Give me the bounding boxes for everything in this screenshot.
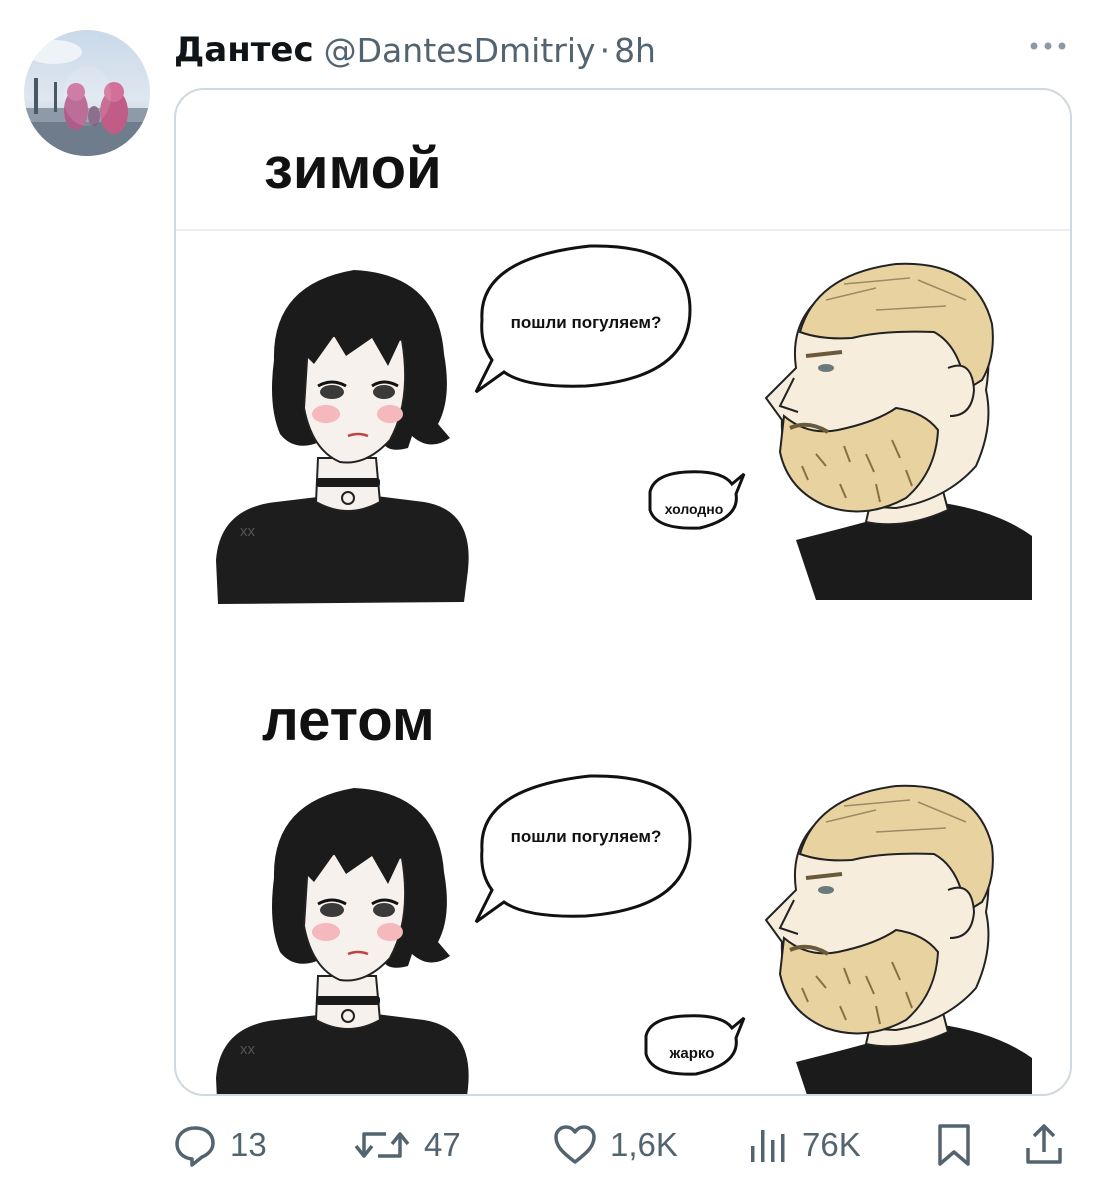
more-dots-icon — [1030, 42, 1066, 50]
more-button[interactable] — [1026, 34, 1070, 58]
bookmark-icon — [938, 1124, 970, 1166]
bookmark-button[interactable] — [934, 1112, 974, 1178]
tweet-action-bar: 13 47 1,6K 76K — [172, 1112, 1072, 1178]
share-upload-icon — [1026, 1124, 1062, 1164]
reply-button[interactable]: 13 — [172, 1112, 267, 1178]
separator-dot: · — [599, 30, 611, 70]
heart-icon — [554, 1125, 596, 1164]
views-button[interactable]: 76K — [746, 1112, 861, 1178]
avatar[interactable] — [24, 30, 150, 156]
svg-text:холодно: холодно — [665, 501, 724, 517]
repost-arrows-icon — [354, 1132, 410, 1158]
caption-top: зимой — [264, 136, 442, 201]
repost-count: 47 — [424, 1126, 461, 1163]
speech-bubble-top-guy: холодно — [648, 470, 746, 530]
bar-chart-icon — [751, 1130, 785, 1162]
speech-bubble-bottom-girl: пошли погуляем? — [474, 774, 692, 924]
meme-image: xx зимой пошли погуляем? холодно летом п… — [176, 136, 1070, 1094]
guy-figure-bottom — [764, 783, 1034, 1094]
guy-figure-top — [764, 261, 1034, 602]
author-name[interactable]: Дантес — [174, 30, 314, 70]
girl-figure-bottom — [214, 786, 471, 1094]
like-count: 1,6K — [610, 1126, 678, 1163]
svg-text:жарко: жарко — [669, 1045, 715, 1062]
girl-figure-top — [214, 268, 471, 606]
reply-count: 13 — [230, 1126, 267, 1163]
caption-bottom: летом — [262, 688, 435, 753]
views-count: 76K — [802, 1126, 861, 1163]
share-button[interactable] — [1022, 1112, 1066, 1178]
tweet-header: Дантес @DantesDmitriy · 8h — [174, 28, 656, 72]
reply-bubble-icon — [175, 1126, 215, 1167]
author-handle[interactable]: @DantesDmitriy — [324, 31, 596, 70]
avatar-image — [24, 30, 150, 156]
svg-text:пошли погуляем?: пошли погуляем? — [511, 827, 662, 846]
speech-bubble-bottom-guy: жарко — [644, 1014, 746, 1076]
speech-bubble-top-girl: пошли погуляем? — [474, 244, 692, 394]
repost-button[interactable]: 47 — [352, 1112, 461, 1178]
timestamp[interactable]: 8h — [614, 31, 656, 70]
like-button[interactable]: 1,6K — [552, 1112, 678, 1178]
tweet-media[interactable]: xx зимой пошли погуляем? холодно летом п… — [174, 88, 1072, 1096]
svg-text:пошли погуляем?: пошли погуляем? — [511, 313, 662, 332]
